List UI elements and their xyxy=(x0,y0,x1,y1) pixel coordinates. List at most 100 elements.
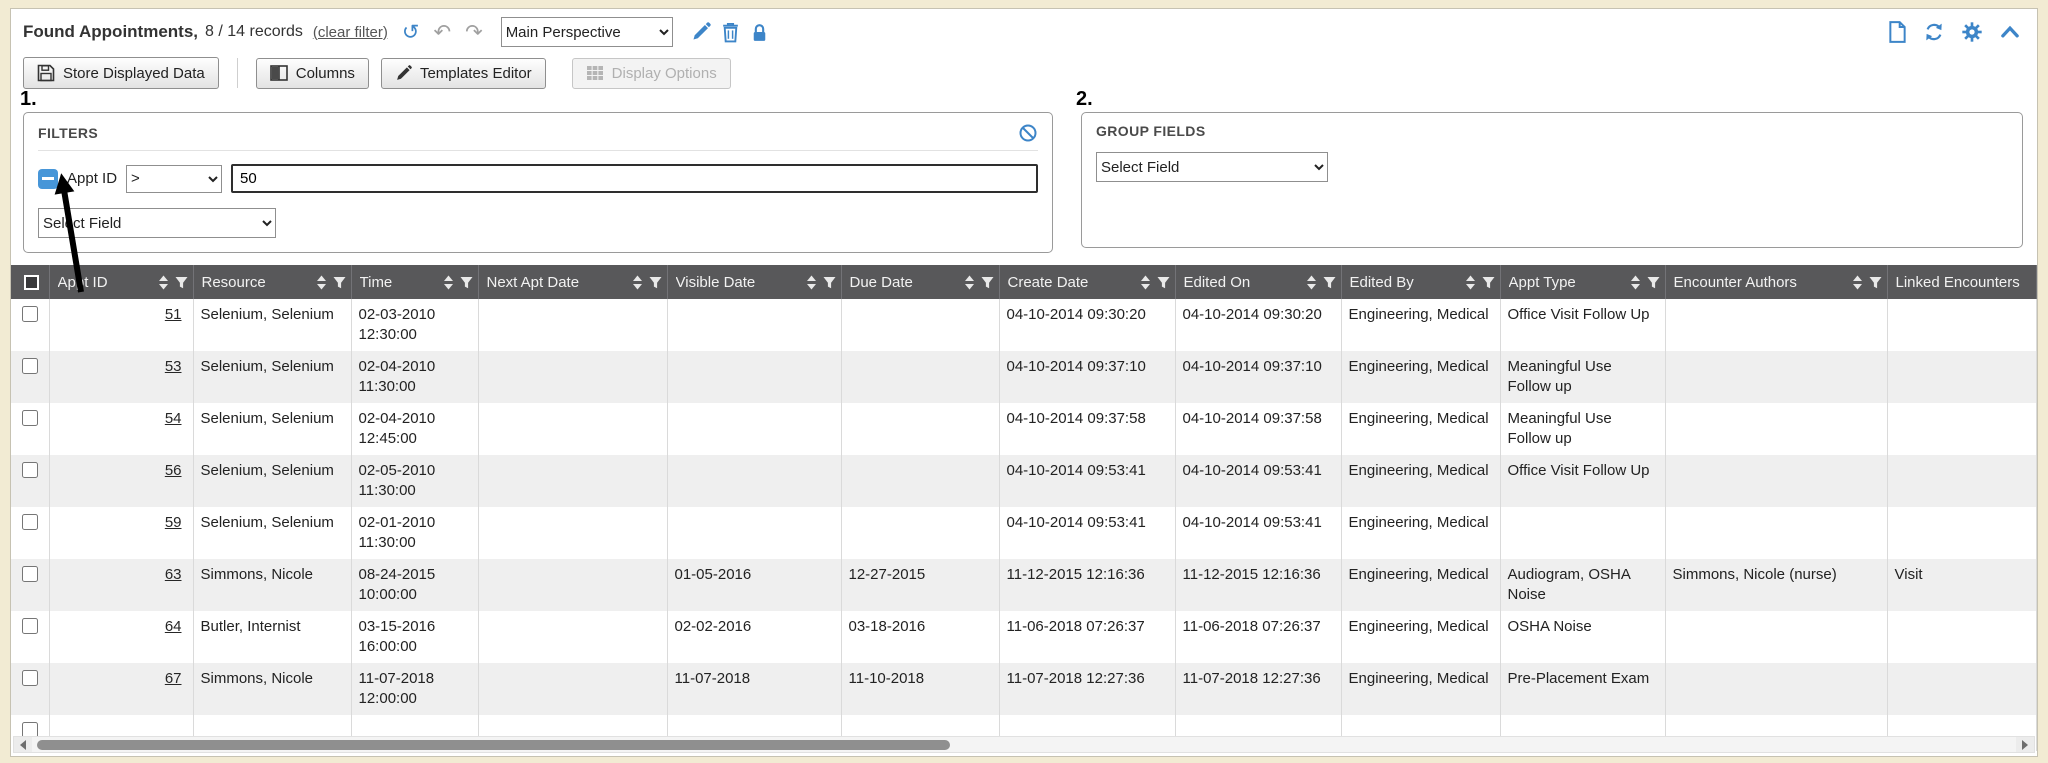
appt-id-link[interactable]: 64 xyxy=(165,618,182,635)
row-checkbox[interactable] xyxy=(22,618,38,634)
column-header-appt-id[interactable]: Appt ID xyxy=(49,265,193,299)
settings-gear-icon[interactable] xyxy=(1961,21,1983,43)
lock-icon[interactable] xyxy=(750,22,769,43)
filter-funnel-icon[interactable] xyxy=(1869,276,1882,289)
column-header-due-date[interactable]: Due Date xyxy=(841,265,999,299)
sort-icon[interactable] xyxy=(1630,275,1641,290)
appt-id-link[interactable]: 67 xyxy=(165,670,182,687)
sort-icon[interactable] xyxy=(1306,275,1317,290)
sort-icon[interactable] xyxy=(964,275,975,290)
sort-icon[interactable] xyxy=(158,275,169,290)
filter-funnel-icon[interactable] xyxy=(823,276,836,289)
row-checkbox[interactable] xyxy=(22,670,38,686)
filter-funnel-icon[interactable] xyxy=(981,276,994,289)
cell-time: 08-24-2015 10:00:00 xyxy=(351,559,478,611)
row-checkbox[interactable] xyxy=(22,410,38,426)
cell-edited-by: Engineering, Medical xyxy=(1341,611,1500,663)
filter-funnel-icon[interactable] xyxy=(175,276,188,289)
table-wrap: Appt IDResource Time Next Apt DateVisible … xyxy=(11,265,2037,751)
column-header-label: Encounter Authors xyxy=(1674,274,1797,291)
scrollbar-thumb[interactable] xyxy=(37,740,950,750)
scroll-left-button[interactable] xyxy=(14,737,32,752)
column-header-linked-encounters[interactable]: Linked Encounters xyxy=(1887,265,2037,299)
filter-funnel-icon[interactable] xyxy=(1647,276,1660,289)
cell-visible-date: 11-07-2018 xyxy=(667,663,841,715)
appt-id-link[interactable]: 59 xyxy=(165,514,182,531)
scrollbar-track[interactable] xyxy=(32,737,2016,752)
select-all-checkbox[interactable] xyxy=(24,275,39,290)
edit-pencil-icon[interactable] xyxy=(691,22,711,42)
row-checkbox[interactable] xyxy=(22,358,38,374)
cell-encounter-authors xyxy=(1665,299,1887,351)
sort-icon[interactable] xyxy=(632,275,643,290)
cell-create-date: 11-07-2018 12:27:36 xyxy=(999,663,1175,715)
cell-due-date: 03-18-2016 xyxy=(841,611,999,663)
row-checkbox[interactable] xyxy=(22,566,38,582)
column-header-edited-on[interactable]: Edited On xyxy=(1175,265,1341,299)
column-header-time[interactable]: Time xyxy=(351,265,478,299)
table-row: 54Selenium, Selenium02-04-2010 12:45:000… xyxy=(11,403,2037,455)
store-displayed-data-button[interactable]: Store Displayed Data xyxy=(23,57,219,89)
delete-trash-icon[interactable] xyxy=(721,22,740,43)
templates-editor-button[interactable]: Templates Editor xyxy=(381,58,546,89)
cell-appt-type: Office Visit Follow Up xyxy=(1500,455,1665,507)
column-header-edited-by[interactable]: Edited By xyxy=(1341,265,1500,299)
column-header-label: Time xyxy=(360,274,393,291)
perspective-select[interactable]: Main Perspective xyxy=(501,17,673,47)
cell-time: 11-07-2018 12:00:00 xyxy=(351,663,478,715)
column-header-create-date[interactable]: Create Date xyxy=(999,265,1175,299)
filter-funnel-icon[interactable] xyxy=(1157,276,1170,289)
appt-id-link[interactable]: 53 xyxy=(165,358,182,375)
scroll-right-button[interactable] xyxy=(2016,737,2034,752)
collapse-chevron-icon[interactable] xyxy=(1999,21,2021,43)
cell-encounter-authors xyxy=(1665,663,1887,715)
column-header-visible-date[interactable]: Visible Date xyxy=(667,265,841,299)
filter-funnel-icon[interactable] xyxy=(1482,276,1495,289)
appt-id-link[interactable]: 51 xyxy=(165,306,182,323)
appt-id-link[interactable]: 54 xyxy=(165,410,182,427)
filter-funnel-icon[interactable] xyxy=(460,276,473,289)
column-header-label: Edited By xyxy=(1350,274,1414,291)
filter-value-input[interactable] xyxy=(231,164,1038,193)
sort-icon[interactable] xyxy=(443,275,454,290)
clear-filter-link[interactable]: (clear filter) xyxy=(313,24,388,41)
undo-icon[interactable]: ↺ xyxy=(402,22,420,43)
cell-appt-id: 53 xyxy=(49,351,193,403)
main-panel: Found Appointments, 8 / 14 records (clea… xyxy=(10,8,2038,757)
back-icon[interactable]: ↶ xyxy=(433,22,451,43)
filter-operator-select[interactable]: > xyxy=(126,165,222,193)
columns-button-label: Columns xyxy=(296,65,355,82)
cell-edited-by: Engineering, Medical xyxy=(1341,455,1500,507)
cell-edited-by: Engineering, Medical xyxy=(1341,351,1500,403)
cell-next-apt-date xyxy=(478,455,667,507)
sort-icon[interactable] xyxy=(1852,275,1863,290)
filter-funnel-icon[interactable] xyxy=(333,276,346,289)
cell-appt-id: 51 xyxy=(49,299,193,351)
appt-id-link[interactable]: 63 xyxy=(165,566,182,583)
forward-icon[interactable]: ↷ xyxy=(465,22,483,43)
refresh-icon[interactable] xyxy=(1923,21,1945,43)
column-header-resource[interactable]: Resource xyxy=(193,265,351,299)
sort-icon[interactable] xyxy=(316,275,327,290)
filter-funnel-icon[interactable] xyxy=(1323,276,1336,289)
appt-id-link[interactable]: 56 xyxy=(165,462,182,479)
row-checkbox[interactable] xyxy=(22,514,38,530)
column-header-appt-type[interactable]: Appt Type xyxy=(1500,265,1665,299)
filter-funnel-icon[interactable] xyxy=(649,276,662,289)
group-field-select[interactable]: Select Field xyxy=(1096,152,1328,182)
sort-icon[interactable] xyxy=(1140,275,1151,290)
remove-filter-button[interactable] xyxy=(38,169,58,189)
row-checkbox[interactable] xyxy=(22,462,38,478)
sort-icon[interactable] xyxy=(806,275,817,290)
sort-icon[interactable] xyxy=(1465,275,1476,290)
new-document-icon[interactable] xyxy=(1888,21,1907,43)
annotation-step-1: 1. xyxy=(20,88,37,111)
row-checkbox[interactable] xyxy=(22,306,38,322)
add-filter-select[interactable]: Select Field xyxy=(38,208,276,238)
column-header-encounter-authors[interactable]: Encounter Authors xyxy=(1665,265,1887,299)
cell-edited-by: Engineering, Medical xyxy=(1341,507,1500,559)
clear-all-filters-icon[interactable] xyxy=(1018,123,1038,143)
columns-button[interactable]: Columns xyxy=(256,58,369,89)
horizontal-scrollbar[interactable] xyxy=(13,736,2035,753)
column-header-next-apt-date[interactable]: Next Apt Date xyxy=(478,265,667,299)
